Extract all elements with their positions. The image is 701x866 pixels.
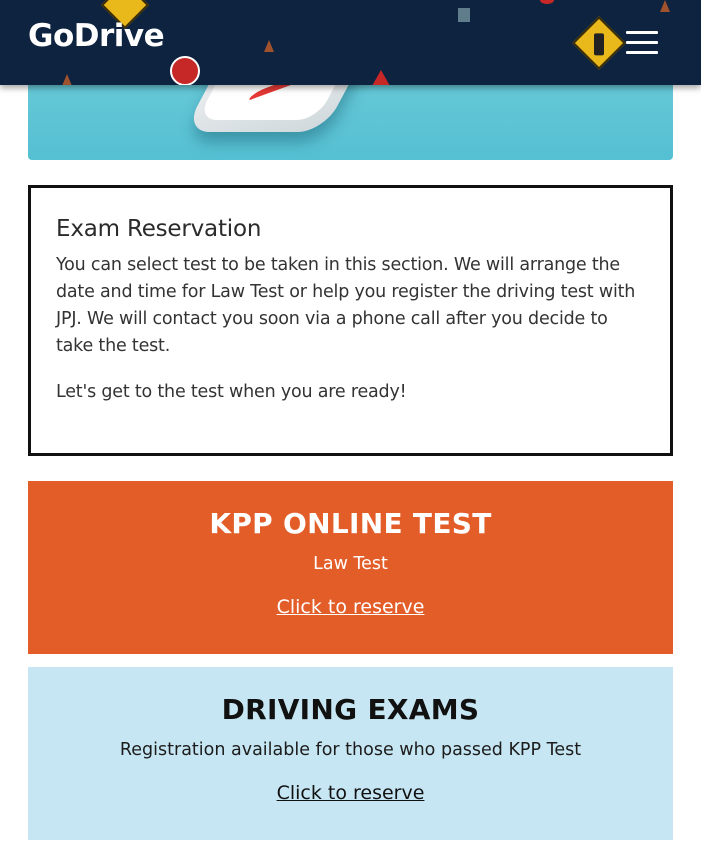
reservation-cta-text: Let's get to the test when you are ready… (56, 382, 407, 402)
exam-reservation-card: Exam Reservation You can select test to … (28, 185, 673, 456)
kpp-test-card: KPP ONLINE TEST Law Test Click to reserv… (28, 481, 673, 654)
driving-exams-subtitle: Registration available for those who pas… (119, 740, 582, 760)
sign-fragment-icon (540, 0, 554, 4)
driving-exams-card: DRIVING EXAMS Registration available for… (28, 667, 673, 840)
kpp-reserve-link[interactable]: Click to reserve (277, 596, 425, 618)
driving-exams-title: DRIVING EXAMS (221, 693, 480, 726)
traffic-light-sign-icon (572, 16, 626, 70)
traffic-cone-icon (62, 74, 72, 85)
hamburger-menu-icon[interactable] (626, 31, 658, 55)
driving-reserve-link[interactable]: Click to reserve (277, 782, 425, 804)
road-post-icon (458, 8, 470, 22)
warning-sign-icon (372, 70, 390, 85)
kpp-test-title: KPP ONLINE TEST (209, 507, 492, 540)
traffic-cone-icon (660, 0, 670, 12)
stop-sign-icon (170, 56, 200, 85)
top-navbar: GoDrive (0, 0, 701, 85)
traffic-cone-icon (264, 40, 274, 52)
kpp-test-subtitle: Law Test (313, 554, 388, 574)
brand-logo[interactable]: GoDrive (28, 18, 165, 54)
section-title: Exam Reservation (56, 216, 262, 242)
reservation-description: You can select test to be taken in this … (56, 255, 636, 356)
